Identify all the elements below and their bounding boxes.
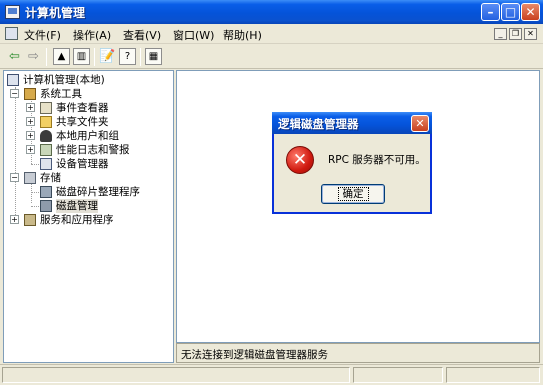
- status-bar: [0, 364, 543, 385]
- tree-connector: [31, 192, 39, 193]
- tree-item-label: 磁盘碎片整理程序: [56, 186, 140, 198]
- close-button[interactable]: ✕: [521, 3, 540, 21]
- show-hide-tree-icon[interactable]: ▥: [73, 48, 90, 65]
- storage-icon: [24, 172, 36, 184]
- ok-button-label: 确定: [337, 187, 369, 201]
- tree-item-label: 计算机管理(本地): [23, 74, 105, 86]
- menu-help[interactable]: 帮助(H): [223, 27, 262, 43]
- expand-icon[interactable]: +: [26, 131, 35, 140]
- tree-item-label: 服务和应用程序: [40, 214, 114, 226]
- performance-icon: [40, 144, 52, 156]
- status-cell: [353, 367, 443, 383]
- tree-item-label: 设备管理器: [56, 158, 109, 170]
- tree-item-label: 共享文件夹: [56, 116, 109, 128]
- tree-connector: [31, 206, 39, 207]
- minimize-button[interactable]: –: [481, 3, 500, 21]
- tree-item-label: 存储: [40, 172, 61, 184]
- menu-bar: 文件(F) 操作(A) 查看(V) 窗口(W) 帮助(H) _ ❐ ✕: [0, 24, 543, 44]
- mdi-close-button[interactable]: ✕: [524, 28, 537, 40]
- status-cell: [2, 367, 350, 383]
- help-icon[interactable]: ?: [119, 48, 136, 65]
- dialog-title: 逻辑磁盘管理器: [278, 117, 359, 131]
- up-folder-icon[interactable]: ▲: [53, 48, 70, 65]
- collapse-icon[interactable]: −: [10, 89, 19, 98]
- computer-management-window: 计算机管理 – □ ✕ 文件(F) 操作(A) 查看(V) 窗口(W) 帮助(H…: [0, 0, 543, 385]
- toolbar-separator: [94, 48, 95, 66]
- back-arrow-icon[interactable]: ⇦: [6, 48, 23, 65]
- expand-icon[interactable]: +: [26, 103, 35, 112]
- computer-icon: [7, 74, 19, 86]
- tree-item-label: 性能日志和警报: [56, 144, 130, 156]
- tree-item-label: 系统工具: [40, 88, 82, 100]
- computer-management-icon[interactable]: [5, 5, 20, 19]
- defrag-icon: [40, 186, 52, 198]
- expand-icon[interactable]: +: [26, 145, 35, 154]
- tree-item-label: 本地用户和组: [56, 130, 119, 142]
- event-viewer-icon: [40, 102, 52, 114]
- menu-file[interactable]: 文件(F): [24, 27, 61, 43]
- toolbar-separator: [140, 48, 141, 66]
- mdi-restore-button[interactable]: ❐: [509, 28, 522, 40]
- expand-icon[interactable]: +: [26, 117, 35, 126]
- dialog-title-bar[interactable]: 逻辑磁盘管理器 ✕: [272, 112, 432, 134]
- toolbar-separator: [46, 48, 47, 66]
- properties-icon[interactable]: 📝: [99, 48, 116, 65]
- error-icon: ✕: [286, 146, 314, 174]
- tools-icon: [24, 88, 36, 100]
- dialog-close-button[interactable]: ✕: [411, 115, 429, 132]
- menu-view[interactable]: 查看(V): [123, 27, 161, 43]
- window-title: 计算机管理: [25, 6, 86, 20]
- shared-folder-icon: [40, 116, 52, 128]
- services-icon: [24, 214, 36, 226]
- mdi-minimize-button[interactable]: _: [494, 28, 507, 40]
- toolbar: ⇦ ⇨ ▲ ▥ 📝 ? ▦: [0, 45, 543, 69]
- tree-connector: [15, 87, 16, 215]
- document-icon[interactable]: [5, 27, 18, 40]
- forward-arrow-icon[interactable]: ⇨: [25, 48, 42, 65]
- users-icon: [40, 130, 52, 142]
- maximize-button[interactable]: □: [501, 3, 520, 21]
- details-status-bar: 无法连接到逻辑磁盘管理器服务: [176, 343, 540, 363]
- disk-icon: [40, 200, 52, 212]
- ok-button[interactable]: 确定: [321, 184, 385, 204]
- export-icon[interactable]: ▦: [145, 48, 162, 65]
- console-tree: 计算机管理(本地) − 系统工具 + 事件查看器 + 共享文件夹 + 本地用户和…: [3, 70, 174, 363]
- title-bar[interactable]: 计算机管理 – □ ✕: [0, 0, 543, 24]
- dialog-message: RPC 服务器不可用。: [328, 154, 426, 166]
- error-dialog: 逻辑磁盘管理器 ✕ ✕ RPC 服务器不可用。 确定: [272, 112, 432, 214]
- details-status-text: 无法连接到逻辑磁盘管理器服务: [181, 349, 328, 361]
- tree-connector: [31, 164, 39, 165]
- expand-icon[interactable]: +: [10, 215, 19, 224]
- device-manager-icon: [40, 158, 52, 170]
- status-cell: [446, 367, 540, 383]
- tree-item-label: 磁盘管理: [56, 199, 98, 213]
- tree-connector: [31, 183, 32, 203]
- collapse-icon[interactable]: −: [10, 173, 19, 182]
- menu-action[interactable]: 操作(A): [73, 27, 111, 43]
- tree-item-label: 事件查看器: [56, 102, 109, 114]
- menu-window[interactable]: 窗口(W): [173, 27, 214, 43]
